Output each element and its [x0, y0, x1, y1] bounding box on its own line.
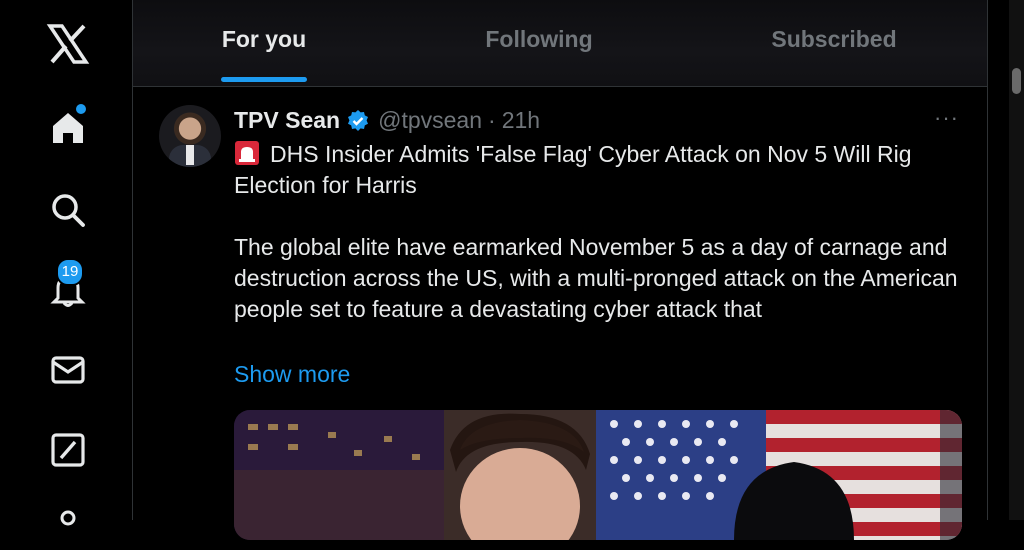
timeline-tabs-bar: For you Following Subscribed	[133, 0, 987, 87]
media-thumbnail	[234, 410, 962, 540]
post-headline-text: DHS Insider Admits 'False Flag' Cyber At…	[234, 141, 912, 198]
tab-following[interactable]: Following	[471, 26, 607, 53]
tab-subscribed[interactable]: Subscribed	[757, 26, 911, 53]
author-handle[interactable]: @tpvsean	[378, 107, 482, 134]
grok-icon[interactable]	[42, 424, 94, 476]
search-icon[interactable]	[42, 184, 94, 236]
notifications-icon[interactable]: 19	[42, 258, 94, 316]
profile-icon[interactable]	[42, 498, 94, 550]
post-timestamp[interactable]: 21h	[502, 107, 540, 134]
show-more-link[interactable]: Show more	[234, 361, 350, 388]
avatar[interactable]	[159, 105, 221, 167]
sidebar-nav: 19	[0, 0, 132, 526]
timeline-column: For you Following Subscribed TPV Sean @t…	[132, 0, 988, 540]
post-body-text: The global elite have earmarked November…	[234, 234, 958, 322]
post-headline: DHS Insider Admits 'False Flag' Cyber At…	[234, 139, 969, 201]
meta-separator: ·	[488, 107, 496, 133]
scrollbar-thumb[interactable]	[1012, 68, 1021, 94]
siren-icon	[235, 141, 259, 165]
more-options-icon[interactable]: ···	[934, 105, 959, 131]
notifications-badge: 19	[56, 258, 84, 286]
messages-icon[interactable]	[42, 344, 94, 396]
verified-badge-icon	[348, 109, 369, 131]
author-name[interactable]: TPV Sean	[234, 107, 340, 134]
x-logo-icon[interactable]	[42, 18, 94, 70]
post-media-image[interactable]	[234, 410, 962, 540]
avatar-shirt	[186, 145, 194, 165]
home-notification-dot	[74, 102, 88, 116]
active-tab-indicator	[221, 77, 307, 82]
tab-for-you[interactable]: For you	[221, 26, 307, 53]
post[interactable]: TPV Sean @tpvsean · 21h ··· DHS Insider …	[133, 87, 987, 540]
post-header: TPV Sean @tpvsean · 21h	[234, 107, 540, 134]
home-icon[interactable]	[42, 102, 94, 154]
post-text: DHS Insider Admits 'False Flag' Cyber At…	[234, 139, 969, 325]
